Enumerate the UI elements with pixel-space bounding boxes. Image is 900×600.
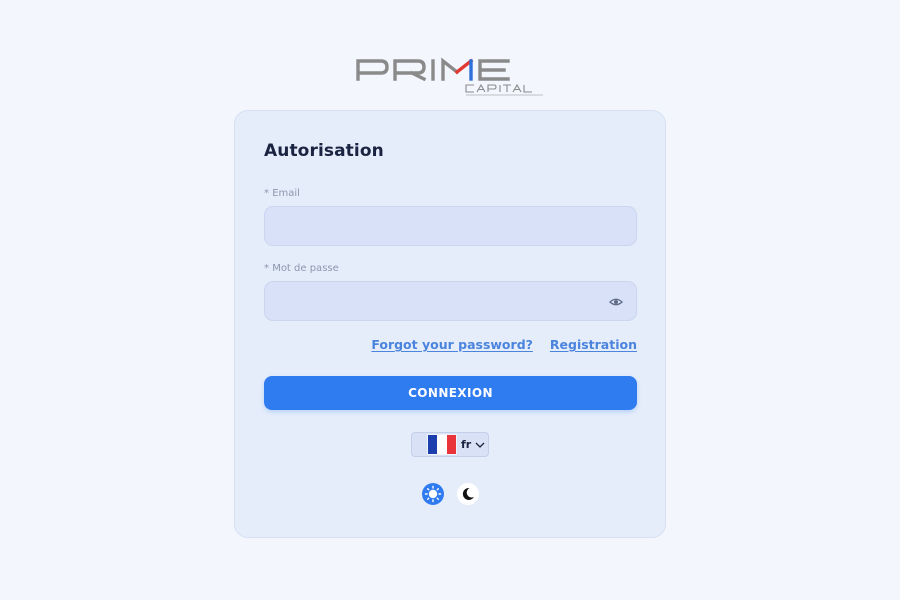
flag-stripe-red [446, 435, 456, 454]
flag-stripe-white [437, 435, 447, 454]
form-title: Autorisation [264, 141, 384, 161]
password-label-text: Mot de passe [272, 263, 339, 274]
email-label: * Email [264, 188, 300, 199]
language-select[interactable]: fr [411, 432, 489, 457]
chevron-down-icon [475, 442, 485, 448]
auth-links: Forgot your password? Registration [264, 337, 637, 352]
language-code: fr [461, 438, 472, 451]
moon-icon [462, 487, 474, 500]
registration-link[interactable]: Registration [550, 337, 637, 352]
password-field[interactable] [265, 282, 636, 320]
email-field-container [264, 206, 637, 246]
email-field[interactable] [265, 207, 636, 245]
email-required-mark: * [264, 188, 273, 199]
france-flag-icon [428, 435, 456, 454]
dark-theme-toggle[interactable] [457, 483, 479, 505]
login-card: Autorisation * Email * Mot de passe Forg… [234, 110, 666, 538]
forgot-password-link[interactable]: Forgot your password? [371, 337, 533, 352]
logo-subtitle [465, 83, 543, 96]
eye-icon[interactable] [609, 295, 623, 309]
flag-stripe-blue [428, 435, 438, 454]
logo-wordmark [356, 57, 510, 82]
sun-icon [424, 485, 442, 503]
prime-capital-logo [356, 57, 543, 96]
password-required-mark: * [264, 263, 273, 274]
password-label: * Mot de passe [264, 263, 339, 274]
light-theme-toggle[interactable] [422, 483, 444, 505]
password-field-container [264, 281, 637, 321]
connexion-button[interactable]: CONNEXION [264, 376, 637, 410]
email-label-text: Email [272, 188, 300, 199]
